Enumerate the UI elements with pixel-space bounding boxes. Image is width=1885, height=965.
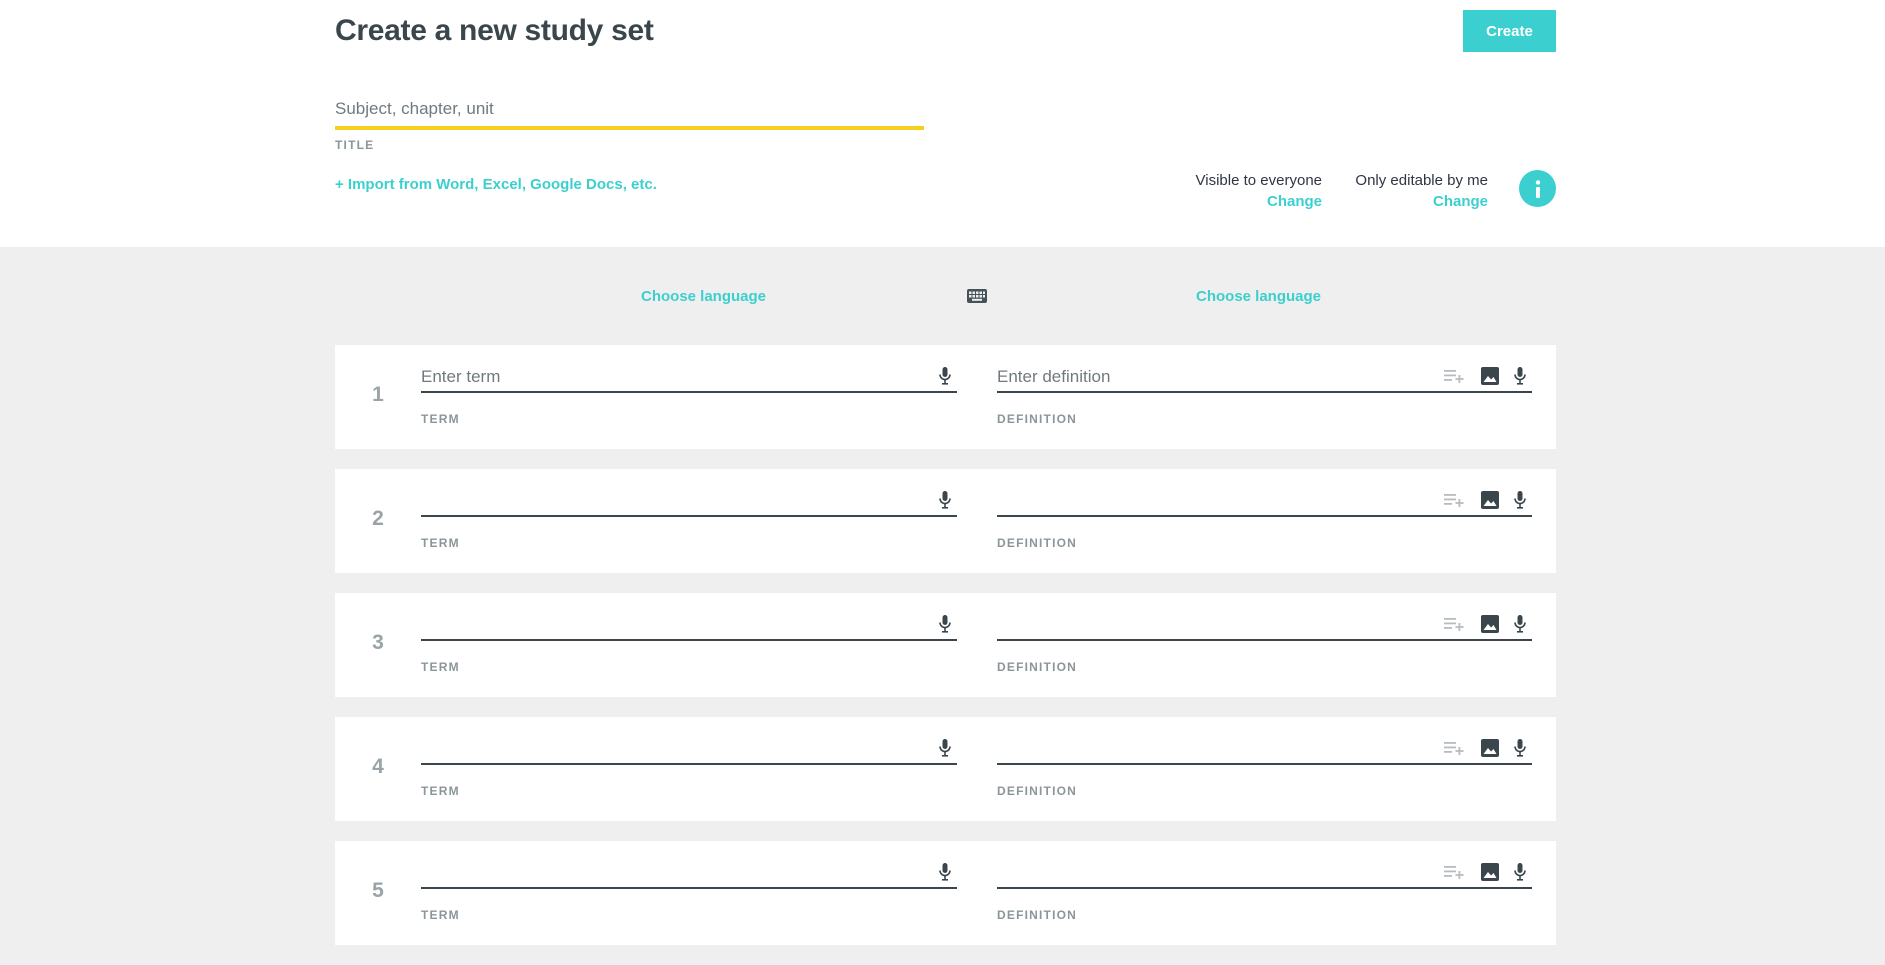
term-mic-button[interactable]	[933, 735, 957, 761]
definition-label: DEFINITION	[997, 660, 1077, 674]
term-card: 2 TERM DEFINITION	[335, 469, 1556, 573]
playlist-add-icon	[1444, 494, 1464, 507]
add-list-button[interactable]	[1442, 363, 1466, 389]
microphone-icon	[939, 615, 951, 633]
term-field	[421, 611, 957, 641]
title-input[interactable]	[335, 92, 924, 130]
term-input[interactable]	[421, 487, 841, 515]
term-label: TERM	[421, 784, 460, 798]
term-card: 3 TERM DEFINITION	[335, 593, 1556, 697]
visibility-setting: Visible to everyone Change	[1196, 170, 1322, 212]
term-input[interactable]	[421, 859, 841, 887]
definition-input[interactable]	[997, 859, 1417, 887]
microphone-icon	[1514, 739, 1526, 757]
create-button[interactable]: Create	[1463, 10, 1556, 52]
definition-label: DEFINITION	[997, 412, 1077, 426]
editable-text: Only editable by me	[1355, 172, 1488, 189]
visibility-change-link[interactable]: Change	[1196, 191, 1322, 212]
editable-change-link[interactable]: Change	[1355, 191, 1488, 212]
microphone-icon	[1514, 863, 1526, 881]
definition-mic-button[interactable]	[1508, 363, 1532, 389]
add-image-button[interactable]	[1478, 611, 1502, 637]
term-label: TERM	[421, 536, 460, 550]
image-icon	[1481, 739, 1499, 757]
add-image-button[interactable]	[1478, 363, 1502, 389]
term-field	[421, 487, 957, 517]
title-field-label: TITLE	[335, 138, 375, 152]
page-title: Create a new study set	[335, 14, 654, 47]
card-list: 1 TERM DEFINITION 2	[335, 345, 1556, 965]
definition-field	[997, 611, 1532, 641]
card-number: 1	[372, 383, 384, 406]
term-field	[421, 859, 957, 889]
playlist-add-icon	[1444, 742, 1464, 755]
term-language-selector[interactable]: Choose language	[641, 288, 766, 305]
term-mic-button[interactable]	[933, 611, 957, 637]
definition-input[interactable]	[997, 487, 1417, 515]
definition-label: DEFINITION	[997, 536, 1077, 550]
definition-input[interactable]	[997, 735, 1417, 763]
definition-mic-button[interactable]	[1508, 735, 1532, 761]
card-number: 3	[372, 631, 384, 654]
add-list-button[interactable]	[1442, 859, 1466, 885]
image-icon	[1481, 491, 1499, 509]
microphone-icon	[1514, 615, 1526, 633]
card-number: 4	[372, 755, 384, 778]
definition-field	[997, 859, 1532, 889]
term-input[interactable]	[421, 611, 841, 639]
playlist-add-icon	[1444, 866, 1464, 879]
term-card: 4 TERM DEFINITION	[335, 717, 1556, 821]
microphone-icon	[939, 863, 951, 881]
import-link[interactable]: + Import from Word, Excel, Google Docs, …	[335, 176, 657, 193]
definition-mic-button[interactable]	[1508, 611, 1532, 637]
definition-mic-button[interactable]	[1508, 859, 1532, 885]
term-label: TERM	[421, 412, 460, 426]
definition-label: DEFINITION	[997, 784, 1077, 798]
definition-field	[997, 487, 1532, 517]
add-image-button[interactable]	[1478, 487, 1502, 513]
term-field	[421, 735, 957, 765]
term-input[interactable]	[421, 363, 841, 391]
playlist-add-icon	[1444, 618, 1464, 631]
keyboard-icon[interactable]	[967, 289, 987, 303]
microphone-icon	[939, 739, 951, 757]
term-mic-button[interactable]	[933, 859, 957, 885]
definition-field	[997, 363, 1532, 393]
term-card: 1 TERM DEFINITION	[335, 345, 1556, 449]
info-button[interactable]	[1519, 170, 1556, 207]
term-field	[421, 363, 957, 393]
term-label: TERM	[421, 908, 460, 922]
term-mic-button[interactable]	[933, 363, 957, 389]
info-icon	[1535, 179, 1540, 198]
add-list-button[interactable]	[1442, 735, 1466, 761]
definition-language-selector[interactable]: Choose language	[1196, 288, 1321, 305]
microphone-icon	[939, 491, 951, 509]
definition-mic-button[interactable]	[1508, 487, 1532, 513]
image-icon	[1481, 615, 1499, 633]
term-card: 5 TERM DEFINITION	[335, 841, 1556, 945]
card-number: 2	[372, 507, 384, 530]
image-icon	[1481, 367, 1499, 385]
term-mic-button[interactable]	[933, 487, 957, 513]
image-icon	[1481, 863, 1499, 881]
term-input[interactable]	[421, 735, 841, 763]
definition-label: DEFINITION	[997, 908, 1077, 922]
definition-field	[997, 735, 1532, 765]
definition-input[interactable]	[997, 611, 1417, 639]
editable-setting: Only editable by me Change	[1355, 170, 1488, 212]
visibility-text: Visible to everyone	[1195, 172, 1322, 189]
playlist-add-icon	[1444, 370, 1464, 383]
definition-input[interactable]	[997, 363, 1417, 391]
add-image-button[interactable]	[1478, 735, 1502, 761]
add-list-button[interactable]	[1442, 611, 1466, 637]
card-number: 5	[372, 879, 384, 902]
term-label: TERM	[421, 660, 460, 674]
add-image-button[interactable]	[1478, 859, 1502, 885]
microphone-icon	[939, 367, 951, 385]
add-list-button[interactable]	[1442, 487, 1466, 513]
microphone-icon	[1514, 491, 1526, 509]
set-header: Create a new study set Create TITLE + Im…	[0, 0, 1885, 247]
microphone-icon	[1514, 367, 1526, 385]
